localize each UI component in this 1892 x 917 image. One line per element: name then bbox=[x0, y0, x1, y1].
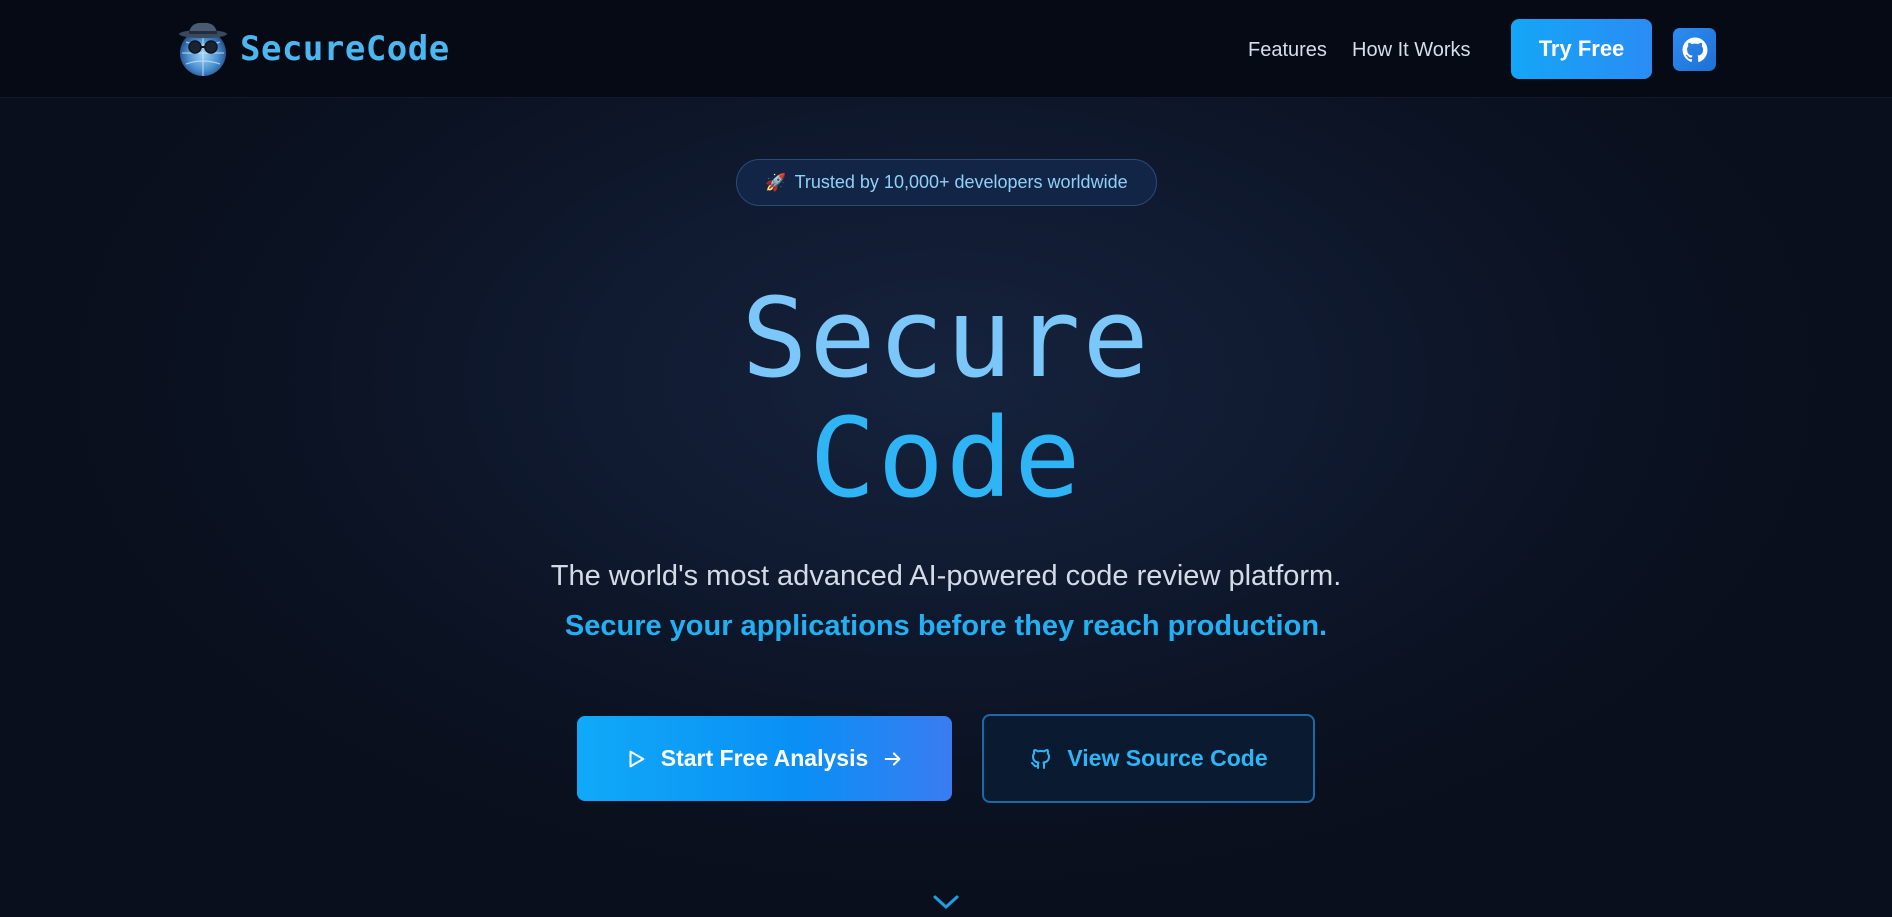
top-navbar: SecureCode Features How It Works Try Fre… bbox=[0, 0, 1892, 98]
hero-subtitle-highlight: Secure your applications before they rea… bbox=[564, 610, 1328, 642]
hero-title-line-2: Code bbox=[809, 394, 1083, 522]
nav-link-how-it-works[interactable]: How It Works bbox=[1352, 36, 1471, 64]
github-outline-icon bbox=[1029, 747, 1053, 771]
view-source-code-label: View Source Code bbox=[1067, 745, 1268, 771]
trust-badge-text: Trusted by 10,000+ developers worldwide bbox=[794, 172, 1128, 192]
github-button[interactable] bbox=[1673, 28, 1716, 71]
logo[interactable]: SecureCode bbox=[174, 20, 450, 78]
try-free-button[interactable]: Try Free bbox=[1511, 19, 1652, 79]
chevron-down-icon[interactable] bbox=[931, 893, 961, 913]
start-free-analysis-label: Start Free Analysis bbox=[660, 745, 869, 771]
github-icon bbox=[1682, 37, 1707, 62]
logo-text: SecureCode bbox=[240, 29, 450, 69]
trust-badge: 🚀 Trusted by 10,000+ developers worldwid… bbox=[736, 159, 1157, 206]
start-free-analysis-button[interactable]: Start Free Analysis bbox=[577, 716, 952, 801]
play-icon bbox=[625, 748, 647, 770]
arrow-right-icon bbox=[882, 748, 904, 770]
nav-link-features[interactable]: Features bbox=[1248, 36, 1327, 64]
spy-mascot-icon bbox=[179, 22, 227, 76]
hero-subtitle: The world's most advanced AI-powered cod… bbox=[550, 560, 1342, 592]
hero-title: Secure Code bbox=[0, 278, 1892, 518]
rocket-icon: 🚀 bbox=[765, 172, 787, 192]
hero-title-line-1: Secure bbox=[741, 274, 1151, 402]
page: SecureCode Features How It Works Try Fre… bbox=[0, 0, 1892, 917]
view-source-code-button[interactable]: View Source Code bbox=[982, 714, 1315, 803]
